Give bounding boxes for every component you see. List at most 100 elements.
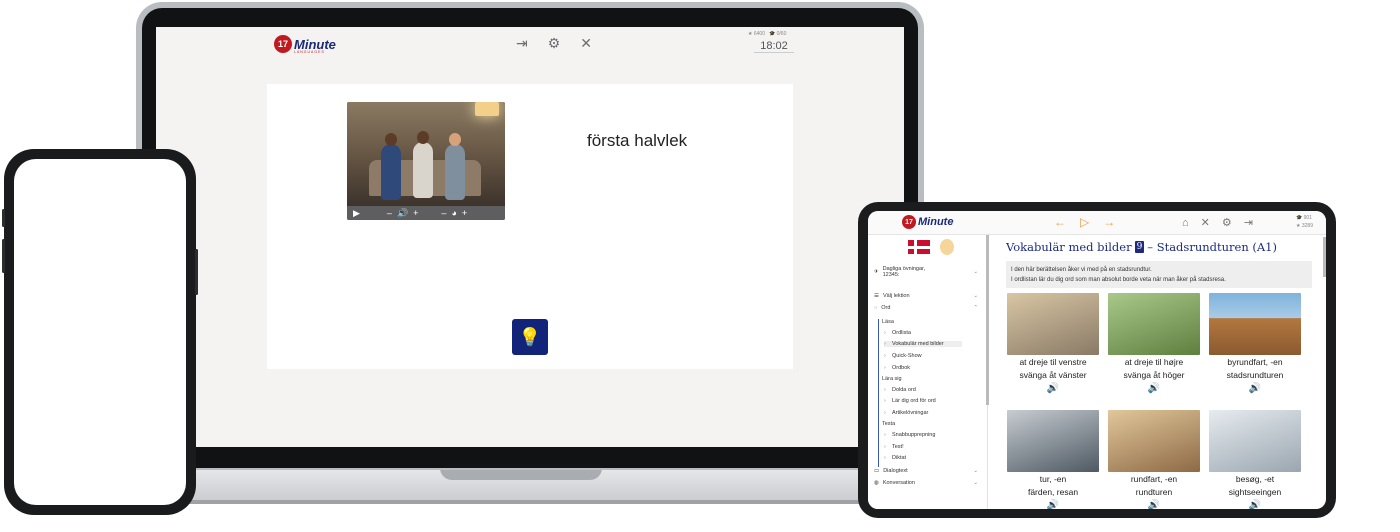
- person: [445, 144, 465, 200]
- exit-icon[interactable]: ⇥: [516, 36, 528, 50]
- home-icon[interactable]: ⌂: [1182, 216, 1189, 230]
- play-icon[interactable]: ▷: [1080, 215, 1089, 229]
- laptop-foot: [120, 500, 940, 504]
- sidebar-item-conversation[interactable]: ◍ Konversation ⌄: [874, 480, 978, 486]
- vocab-tile[interactable]: besøg, -et sightseeingen 🔊: [1209, 410, 1301, 509]
- vocab-tile[interactable]: at dreje til højre svänga åt höger 🔊: [1108, 293, 1200, 394]
- sidebar-item-quick-repeat[interactable]: Snabbupprepning: [884, 432, 962, 438]
- speaker-icon[interactable]: 🔊: [1209, 500, 1301, 509]
- speed-down-icon[interactable]: –: [441, 208, 446, 218]
- no-sound-icon[interactable]: ✕: [1201, 216, 1210, 230]
- chevron-down-icon: ⌄: [973, 468, 978, 474]
- avatar[interactable]: [940, 239, 954, 255]
- rocket-icon: ✈: [874, 269, 879, 275]
- tablet: 17 Minute ← ▷ → ⌂ ✕ ⚙ ⇥ 🎓 901 ★ 3289 ✈ D…: [858, 202, 1336, 518]
- tile-danish: at dreje til højre: [1124, 357, 1184, 367]
- danish-flag-icon[interactable]: [908, 240, 930, 254]
- logo-word: Minute: [918, 216, 954, 228]
- lightbulb-icon: ◌: [874, 305, 878, 311]
- volume-icon[interactable]: 🔊: [397, 208, 408, 219]
- vocab-tile[interactable]: at dreje til venstre svänga åt vänster 🔊: [1007, 293, 1099, 394]
- stats: 🎓 901 ★ 3289: [1296, 214, 1313, 230]
- sidebar-item-choose-lesson[interactable]: ☰ Välj lektion ⌄: [874, 293, 978, 299]
- person: [381, 144, 401, 200]
- vocabulary-word: första halvlek: [587, 131, 688, 150]
- phone-button: [195, 249, 198, 295]
- tile-swedish: sightseeingen: [1228, 487, 1282, 497]
- tile-image: [1007, 293, 1099, 355]
- tile-image: [1108, 293, 1200, 355]
- hint-button[interactable]: 💡: [512, 319, 548, 355]
- volume-up-icon[interactable]: +: [413, 208, 418, 218]
- arrow-left-icon[interactable]: ←: [1054, 215, 1066, 229]
- person-head: [417, 131, 429, 144]
- tablet-header: 17 Minute ← ▷ → ⌂ ✕ ⚙ ⇥ 🎓 901 ★ 3289: [868, 211, 1326, 235]
- speed-icon[interactable]: ◕: [451, 208, 456, 218]
- lesson-nav: ← ▷ →: [1054, 215, 1115, 229]
- sidebar-item-dictionary[interactable]: Ordbok: [884, 365, 962, 371]
- sidebar-item-word-by-word[interactable]: Lär dig ord för ord: [884, 398, 962, 404]
- tablet-screen: 17 Minute ← ▷ → ⌂ ✕ ⚙ ⇥ 🎓 901 ★ 3289 ✈ D…: [868, 211, 1326, 509]
- arrow-right-icon[interactable]: →: [1103, 215, 1115, 229]
- description-line: I den här berättelsen åker vi med på en …: [1011, 267, 1152, 273]
- speaker-icon[interactable]: 🔊: [1108, 383, 1200, 394]
- logo[interactable]: 17 Minute LANGUAGES: [274, 35, 336, 54]
- main-scrollbar[interactable]: [1323, 237, 1326, 277]
- stats: ★ 6400 🎓 0/60: [748, 31, 786, 37]
- tile-image: [1209, 293, 1301, 355]
- tile-danish: at dreje til venstre: [1019, 357, 1087, 367]
- sidebar: ✈ Dagliga övningar, 12345: ⌄ ☰ Välj lekti…: [868, 235, 989, 509]
- volume-down-icon[interactable]: –: [387, 208, 392, 218]
- sidebar-item-quick-show[interactable]: Quick-Show: [884, 353, 962, 359]
- play-icon[interactable]: ▶: [353, 208, 360, 219]
- title-suffix: – Stadsrundturen (A1): [1147, 240, 1277, 254]
- gear-icon[interactable]: ⚙: [1222, 216, 1232, 230]
- section-line: [878, 319, 879, 467]
- video-frame: [347, 102, 505, 206]
- logout-icon[interactable]: ⇥: [1244, 216, 1253, 230]
- sidebar-scrollbar[interactable]: [986, 235, 989, 405]
- speaker-icon[interactable]: 🔊: [1108, 500, 1200, 509]
- sidebar-item-words[interactable]: ◌ Ord ⌃: [874, 305, 978, 311]
- sidebar-item-dictation[interactable]: Diktat: [884, 455, 962, 461]
- lesson-number-badge: 9: [1134, 241, 1145, 253]
- logo[interactable]: 17 Minute: [902, 215, 953, 229]
- sidebar-item-vocab-pictures[interactable]: Vokabulär med bilder: [884, 341, 962, 347]
- sidebar-item-wordlist[interactable]: Ordlista: [884, 330, 962, 336]
- chevron-down-icon: ⌄: [973, 269, 978, 275]
- chevron-up-icon: ⌃: [973, 305, 978, 311]
- sidebar-item-article-exercises[interactable]: Artikelövningar: [884, 410, 962, 416]
- sidebar-item-hidden-words[interactable]: Dolda ord: [884, 387, 962, 393]
- points-value: 6400: [753, 31, 765, 37]
- sidebar-item-test[interactable]: Test!: [884, 444, 962, 450]
- tile-danish: tur, -en: [1039, 474, 1067, 484]
- points-count: ★ 6400: [748, 31, 765, 37]
- sidebar-item-dialog[interactable]: ▭ Dialogtext ⌄: [874, 468, 978, 474]
- tile-swedish: stadsrundturen: [1226, 370, 1284, 380]
- speaker-icon[interactable]: 🔊: [1007, 383, 1099, 394]
- progress-value: 901: [1303, 215, 1312, 221]
- tile-swedish: rundturen: [1135, 487, 1173, 497]
- tile-swedish: svänga åt vänster: [1019, 370, 1087, 380]
- daily-label-line2: 12345:: [882, 272, 900, 278]
- logo-badge: 17: [274, 35, 292, 53]
- vocab-tile[interactable]: byrundfart, -en stadsrundturen 🔊: [1209, 293, 1301, 394]
- lesson-description: I den här berättelsen åker vi med på en …: [1006, 261, 1312, 288]
- speed-up-icon[interactable]: +: [462, 208, 467, 218]
- vocab-tile[interactable]: rundfart, -en rundturen 🔊: [1108, 410, 1200, 509]
- laptop-screen: 17 Minute LANGUAGES ⇥ ⚙ ✕ ★ 6400 🎓 0/60 …: [156, 27, 904, 447]
- book-icon: ▭: [874, 468, 880, 474]
- video-player[interactable]: ▶ – 🔊 + – ◕ +: [347, 102, 505, 220]
- speaker-icon[interactable]: 🔊: [1209, 383, 1301, 394]
- tile-swedish: färden, resan: [1027, 487, 1079, 497]
- progress-count: 🎓 901: [1296, 215, 1312, 221]
- sidebar-item-daily[interactable]: ✈ Dagliga övningar, 12345: ⌄: [874, 266, 978, 278]
- vocab-tile[interactable]: tur, -en färden, resan 🔊: [1007, 410, 1099, 509]
- lamp: [475, 102, 499, 116]
- phone: [2, 149, 198, 515]
- no-sound-icon[interactable]: ✕: [580, 36, 592, 50]
- page-title: Vokabulär med bilder 9 – Stadsrundturen …: [1006, 240, 1277, 254]
- gear-icon[interactable]: ⚙: [548, 36, 561, 50]
- chevron-down-icon: ⌄: [973, 293, 978, 299]
- speaker-icon[interactable]: 🔊: [1007, 500, 1099, 509]
